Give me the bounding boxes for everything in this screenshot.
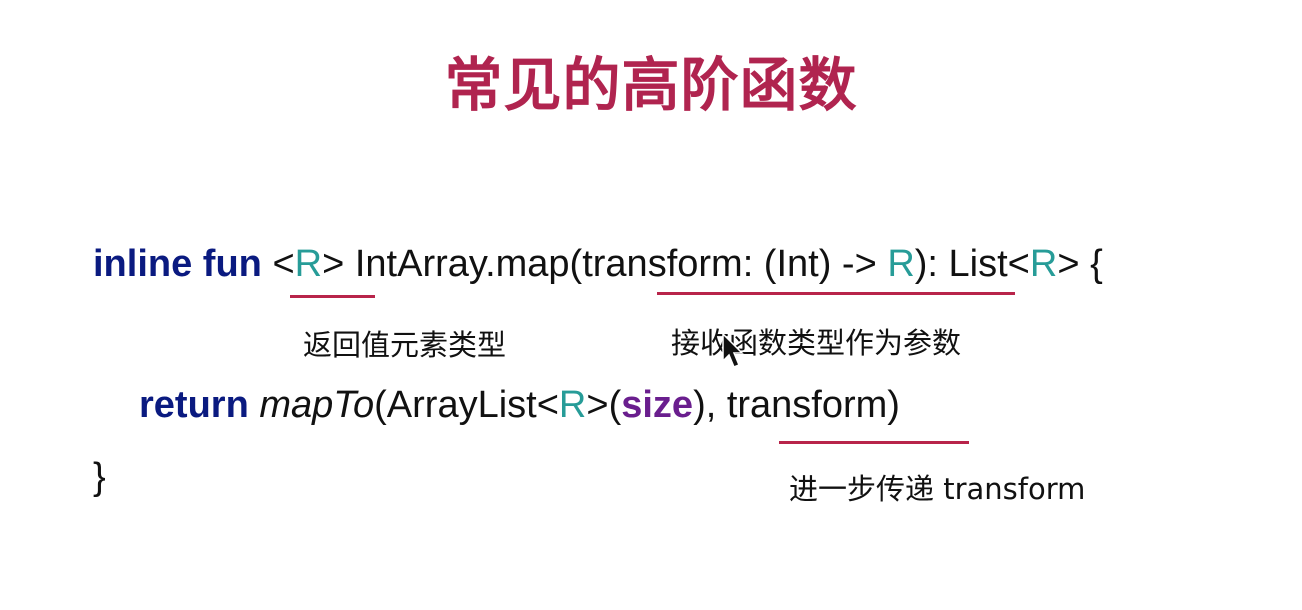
type-param-r: R (887, 243, 915, 285)
annotation-return-type: 返回值元素类型 (303, 328, 507, 362)
type-param-r: R (558, 384, 587, 426)
arraylist-call-close: >( (586, 384, 622, 426)
keyword-fun: fun (202, 243, 262, 285)
property-size: size (621, 384, 694, 426)
function-mapTo: mapTo (259, 384, 375, 426)
angle-close: > (322, 243, 345, 285)
code-line-2: return mapTo(ArrayList<R>(size), transfo… (139, 386, 900, 424)
underline-transform-param (657, 292, 1015, 295)
type-param-r: R (1029, 243, 1058, 285)
annotation-pass-on: 进一步传递 transform (789, 472, 1086, 506)
mouse-cursor-icon (722, 333, 744, 368)
keyword-return: return (139, 384, 249, 426)
underline-type-param (290, 295, 375, 298)
type-param-r: R (294, 243, 323, 285)
map-signature: IntArray.map(transform: (Int) -> (354, 243, 888, 285)
code-line-3: } (93, 456, 106, 498)
keyword-inline: inline (93, 243, 193, 285)
code-line-1: inline fun <R> IntArray.map(transform: (… (93, 245, 1103, 283)
return-type-text: ): List< (914, 243, 1030, 285)
brace-open: > { (1057, 243, 1103, 285)
annotation-function-param: 接收函数类型作为参数 (671, 326, 962, 360)
underline-transform-arg (779, 441, 969, 444)
transform-arg: ), transform) (693, 384, 900, 426)
angle-open: < (272, 243, 295, 285)
arraylist-call: (ArrayList< (374, 384, 559, 426)
slide-title: 常见的高阶函数 (444, 51, 858, 119)
